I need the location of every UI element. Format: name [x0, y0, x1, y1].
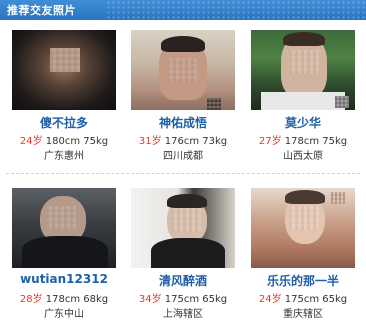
profile-card[interactable]: wutian12312 28岁 178cm 68kg 广东中山	[12, 188, 116, 328]
profile-name[interactable]: wutian12312	[12, 272, 116, 286]
profile-name[interactable]: 清风醉酒	[131, 272, 235, 289]
profile-name[interactable]: 神佑成悟	[131, 114, 235, 131]
profile-body: 178cm 68kg	[42, 294, 109, 305]
profile-location: 广东惠州	[44, 151, 84, 162]
section-title: 推荐交友照片	[7, 4, 76, 17]
section-header: 推荐交友照片	[0, 0, 366, 20]
profile-name[interactable]: 傻不拉多	[12, 114, 116, 131]
header-dot-pattern	[106, 0, 366, 20]
profile-body: 176cm 73kg	[161, 136, 228, 147]
profile-name[interactable]: 乐乐的那一半	[251, 272, 355, 289]
profile-location: 山西太原	[283, 151, 323, 162]
profile-photo[interactable]	[251, 30, 355, 110]
profile-location: 四川成都	[163, 151, 203, 162]
profile-photo[interactable]	[12, 30, 116, 110]
profile-location: 广东中山	[44, 309, 84, 320]
profile-card[interactable]: 莫少华 27岁 178cm 75kg 山西太原	[251, 30, 355, 170]
profile-stats: 24岁 180cm 75kg	[12, 132, 116, 147]
profile-age: 27岁	[258, 136, 282, 147]
profile-stats: 34岁 175cm 65kg	[131, 290, 235, 305]
profile-stats: 31岁 176cm 73kg	[131, 132, 235, 147]
profile-location: 上海辖区	[163, 309, 203, 320]
profile-age: 34岁	[138, 294, 162, 305]
profile-card[interactable]: 清风醉酒 34岁 175cm 65kg 上海辖区	[131, 188, 235, 328]
profile-body: 180cm 75kg	[42, 136, 109, 147]
profile-card[interactable]: 傻不拉多 24岁 180cm 75kg 广东惠州	[12, 30, 116, 170]
profile-age: 28岁	[19, 294, 43, 305]
profile-body: 175cm 65kg	[281, 294, 348, 305]
profile-age: 24岁	[19, 136, 43, 147]
profile-location: 重庆辖区	[283, 309, 323, 320]
profile-photo[interactable]	[131, 188, 235, 268]
profile-age: 31岁	[138, 136, 162, 147]
row-divider	[6, 173, 360, 174]
profile-stats: 28岁 178cm 68kg	[12, 290, 116, 305]
profile-card[interactable]: 神佑成悟 31岁 176cm 73kg 四川成都	[131, 30, 235, 170]
profile-card[interactable]: 乐乐的那一半 24岁 175cm 65kg 重庆辖区	[251, 188, 355, 328]
profile-age: 24岁	[258, 294, 282, 305]
profile-stats: 27岁 178cm 75kg	[251, 132, 355, 147]
profile-stats: 24岁 175cm 65kg	[251, 290, 355, 305]
profile-body: 175cm 65kg	[161, 294, 228, 305]
profile-photo[interactable]	[251, 188, 355, 268]
profile-photo[interactable]	[12, 188, 116, 268]
profile-photo[interactable]	[131, 30, 235, 110]
profile-name[interactable]: 莫少华	[251, 114, 355, 131]
profile-body: 178cm 75kg	[281, 136, 348, 147]
